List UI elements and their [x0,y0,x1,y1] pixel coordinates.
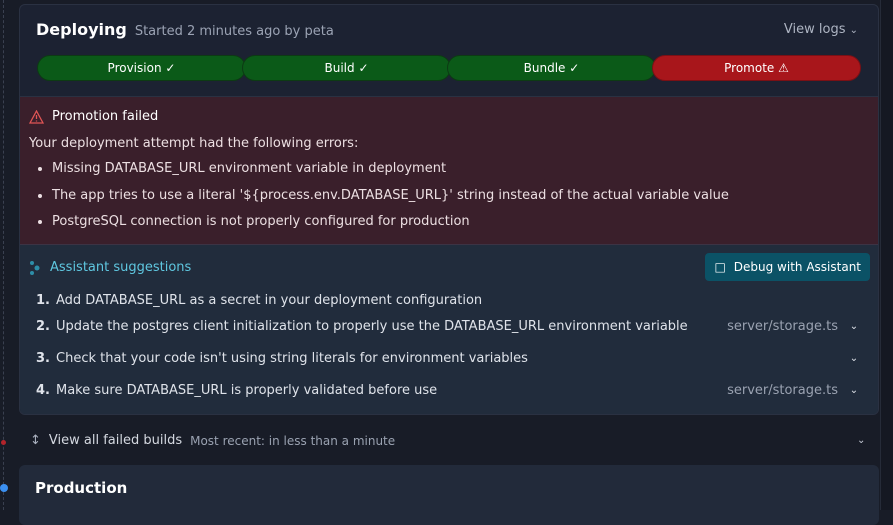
suggestion-item[interactable]: 4. Make sure DATABASE_URL is properly val… [36,383,860,398]
chevron-down-icon[interactable]: ⌄ [857,435,865,446]
suggestions-title: Assistant suggestions [50,260,192,275]
error-item: The app tries to use a literal '${proces… [52,188,729,215]
chevron-down-icon[interactable]: ⌄ [848,385,860,396]
suggestion-file[interactable]: server/storage.ts [727,319,838,334]
error-title: Promotion failed [52,109,159,124]
error-list: Missing DATABASE_URL environment variabl… [52,161,729,241]
error-intro: Your deployment attempt had the followin… [29,136,359,151]
step-label: Build [324,61,355,75]
assistant-icon [30,260,40,275]
error-panel: Promotion failed Your deployment attempt… [20,96,878,244]
production-card: Production [19,465,879,525]
deployment-subtitle: Started 2 minutes ago by peta [134,24,334,39]
error-item: PostgreSQL connection is not properly co… [52,214,729,241]
debug-button-label: Debug with Assistant [733,260,861,274]
check-icon: ✓ [165,61,176,75]
deployment-header: Deploying Started 2 minutes ago by peta [36,20,334,39]
timeline-dot-production [0,484,8,492]
suggestion-text: Make sure DATABASE_URL is properly valid… [56,383,438,398]
scrollbar[interactable] [880,0,893,510]
suggestion-item: 1. Add DATABASE_URL as a secret in your d… [36,293,860,308]
deployment-card: Deploying Started 2 minutes ago by peta … [19,4,879,415]
step-provision[interactable]: Provision ✓ [37,55,246,81]
suggestion-text: Update the postgres client initializatio… [56,319,688,334]
step-bundle[interactable]: Bundle ✓ [447,55,656,81]
chevron-down-icon[interactable]: ⌄ [848,321,860,332]
warning-icon: ⚠ [778,61,789,75]
suggestion-number: 1. [36,293,50,308]
step-label: Provision [107,61,162,75]
chat-icon: □ [714,260,726,274]
suggestion-text: Check that your code isn't using string … [56,351,528,366]
check-icon: ✓ [569,61,580,75]
check-icon: ✓ [358,61,369,75]
warning-icon [29,109,44,124]
deployment-pipeline: Provision ✓ Build ✓ Bundle ✓ Promote ⚠ [37,55,861,81]
suggestion-number: 3. [36,351,50,366]
timeline-line [3,0,4,510]
suggestion-file[interactable]: server/storage.ts [727,383,838,398]
suggestion-item[interactable]: 3. Check that your code isn't using strin… [36,351,860,366]
suggestion-number: 4. [36,383,50,398]
suggestion-number: 2. [36,319,50,334]
step-label: Bundle [523,61,566,75]
failed-builds-label: View all failed builds [48,433,183,448]
view-logs-label: View logs [783,22,846,37]
step-build[interactable]: Build ✓ [242,55,451,81]
chevron-down-icon[interactable]: ⌄ [848,353,860,364]
error-item: Missing DATABASE_URL environment variabl… [52,161,729,188]
failed-builds-meta: Most recent: in less than a minute [190,433,396,448]
step-promote[interactable]: Promote ⚠ [652,55,861,81]
debug-with-assistant-button[interactable]: □ Debug with Assistant [705,253,870,281]
deployment-title: Deploying [36,20,127,39]
suggestion-item[interactable]: 2. Update the postgres client initializat… [36,319,860,334]
timeline-dot-failed [1,440,6,445]
step-label: Promote [724,61,775,75]
expand-vertical-icon: ↕ [30,433,41,448]
assistant-suggestions-panel: Assistant suggestions □ Debug with Assist… [20,244,878,414]
view-all-failed-builds[interactable]: ↕ View all failed builds Most recent: in… [30,433,395,448]
view-logs-button[interactable]: View logs ⌄ [784,22,858,37]
suggestion-text: Add DATABASE_URL as a secret in your dep… [56,293,483,308]
chevron-down-icon: ⌄ [849,25,858,36]
production-title: Production [35,479,128,497]
